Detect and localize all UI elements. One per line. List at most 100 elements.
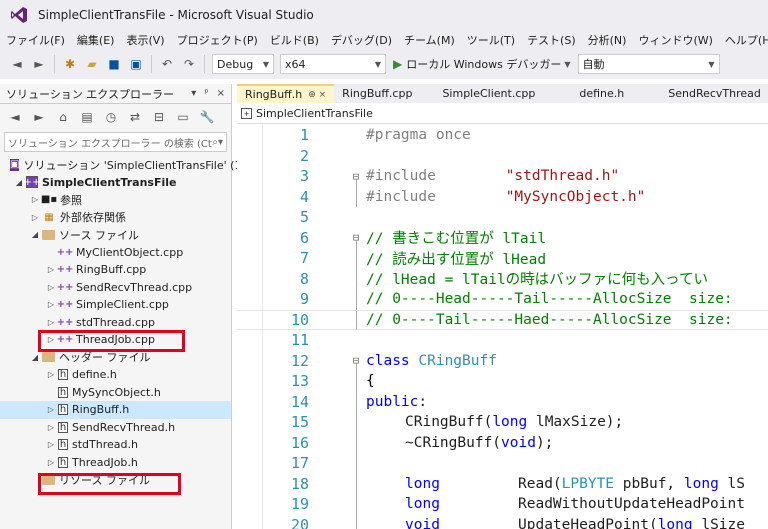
- code-text: ReadWithoutUpdateHeadPoint: [518, 496, 745, 513]
- collapsed-arrow-icon[interactable]: ▷: [46, 440, 56, 449]
- tab-simpleclient-cpp[interactable]: SimpleClient.cpp: [420, 84, 557, 103]
- tree-item-file[interactable]: ▷ h SendRecvThread.h: [0, 419, 231, 437]
- tree-item-file[interactable]: ▷ ++ SendRecvThread.cpp: [0, 279, 231, 297]
- collapsed-arrow-icon[interactable]: ▷: [46, 458, 56, 467]
- chevron-down-icon[interactable]: ▼: [564, 60, 570, 69]
- code-text: #include: [366, 168, 436, 185]
- pending-changes-icon[interactable]: ◷: [101, 107, 121, 127]
- tree-item-source-files[interactable]: ◢ ソース ファイル: [0, 226, 231, 244]
- tree-item-solution[interactable]: ▣ ソリューション 'SimpleClientTransFile' (1: [0, 156, 241, 174]
- tree-item-file[interactable]: ▷ ++ RingBuff.cpp: [0, 261, 231, 279]
- search-placeholder: ソリューション エクスプローラー の検索 (Ct: [8, 138, 212, 150]
- code-line: 19 long ReadWithoutUpdateHeadPoint: [237, 494, 768, 515]
- line-number: 15: [290, 413, 309, 432]
- pin-icon[interactable]: ᵖ: [204, 88, 208, 99]
- sync-icon[interactable]: ⇄: [125, 107, 145, 127]
- menu-analyze[interactable]: 分析(N): [582, 32, 633, 48]
- tree-item-file[interactable]: h MySyncObject.h: [0, 384, 231, 402]
- navigation-bar[interactable]: + SimpleClientTransFile: [237, 104, 768, 124]
- save-icon[interactable]: ■: [104, 54, 124, 74]
- tree-item-file[interactable]: ▷ ++ stdThread.cpp: [0, 314, 231, 332]
- menu-help[interactable]: ヘルプ(H): [719, 32, 768, 48]
- save-all-icon[interactable]: ▣: [126, 54, 146, 74]
- tree-item-label: MyClientObject.cpp: [76, 245, 184, 259]
- tree-item-file[interactable]: ▷ ++ SimpleClient.cpp: [0, 296, 231, 314]
- configuration-value: Debug: [217, 57, 254, 71]
- configuration-select[interactable]: Debug ▼: [212, 54, 274, 74]
- expanded-arrow-icon[interactable]: ◢: [14, 178, 24, 187]
- collapsed-arrow-icon[interactable]: ▷: [46, 370, 56, 379]
- toolbar-separator: [204, 55, 205, 73]
- tree-item-file[interactable]: ▷ h define.h: [0, 366, 231, 384]
- line-number: 14: [290, 392, 309, 411]
- code-text: #pragma once: [366, 127, 471, 144]
- external-deps-icon: ▦: [44, 211, 54, 223]
- tree-item-external-deps[interactable]: ▷ ▦ 外部依存関係: [0, 209, 231, 227]
- run-mode-select[interactable]: 自動 ▼: [577, 54, 720, 74]
- chevron-down-icon: ▼: [374, 59, 381, 69]
- code-line: 8 // lHead = lTailの時はバッファに何も入ってい: [237, 269, 768, 290]
- collapse-icon[interactable]: ⊟: [351, 170, 361, 183]
- tab-ringbuff-cpp[interactable]: RingBuff.cpp: [334, 84, 420, 103]
- show-all-files-icon[interactable]: ▭: [173, 107, 193, 127]
- solution-explorer-search[interactable]: ソリューション エクスプローラー の検索 (Ct ⌕▾: [4, 132, 227, 152]
- open-file-icon[interactable]: ▰: [82, 54, 102, 74]
- menu-view[interactable]: 表示(V): [120, 32, 170, 48]
- code-text: CRingBuff: [418, 352, 497, 369]
- collapsed-arrow-icon[interactable]: ▷: [46, 265, 56, 274]
- collapsed-arrow-icon[interactable]: ▷: [46, 283, 56, 292]
- collapsed-arrow-icon[interactable]: ▷: [30, 213, 40, 222]
- expanded-arrow-icon[interactable]: ◢: [30, 353, 40, 362]
- forward-icon[interactable]: ►: [29, 107, 49, 127]
- undo-icon[interactable]: ↶: [157, 54, 177, 74]
- home-icon[interactable]: ⌂: [53, 107, 73, 127]
- start-debugging-button[interactable]: ▶ ローカル Windows デバッガー ▼: [393, 56, 571, 72]
- toolbar-separator: [151, 55, 152, 73]
- platform-select[interactable]: x64 ▼: [280, 54, 386, 74]
- menu-debug[interactable]: デバッグ(D): [325, 32, 398, 48]
- menu-file[interactable]: ファイル(F): [0, 32, 71, 48]
- code-editor[interactable]: 1 #pragma once 2 3 ⊟ #include "stdThread…: [237, 125, 768, 529]
- tab-ringbuff-h[interactable]: RingBuff.h ⊕ ×: [237, 84, 335, 103]
- collapsed-arrow-icon[interactable]: ▷: [46, 405, 56, 414]
- code-line: 3 ⊟ #include "stdThread.h": [237, 166, 768, 187]
- tab-sendrecvthread[interactable]: SendRecvThread: [646, 84, 768, 103]
- tree-item-references[interactable]: ▷ ■▪ 参照: [0, 191, 231, 209]
- code-line: 15 CRingBuff(long lMaxSize);: [237, 412, 768, 433]
- collapsed-arrow-icon[interactable]: ▷: [46, 423, 56, 432]
- forward-icon[interactable]: ►: [29, 54, 49, 74]
- tree-item-file[interactable]: ▷ h stdThread.h: [0, 436, 231, 454]
- menu-test[interactable]: テスト(S): [521, 32, 582, 48]
- tree-item-file-selected[interactable]: ▷ h RingBuff.h: [0, 401, 231, 419]
- switch-views-icon[interactable]: ▤: [77, 107, 97, 127]
- menu-window[interactable]: ウィンドウ(W): [632, 32, 718, 48]
- collapse-icon[interactable]: ⊟: [351, 354, 361, 367]
- close-icon[interactable]: ×: [217, 88, 225, 99]
- tree-item-label: RingBuff.h: [72, 403, 130, 417]
- menu-edit[interactable]: 編集(E): [71, 32, 121, 48]
- collapsed-arrow-icon[interactable]: ▷: [30, 195, 40, 204]
- collapse-all-icon[interactable]: ⊟: [149, 107, 169, 127]
- menu-team[interactable]: チーム(M): [398, 32, 461, 48]
- redo-icon[interactable]: ↷: [179, 54, 199, 74]
- back-icon[interactable]: ◄: [7, 54, 27, 74]
- expanded-arrow-icon[interactable]: ◢: [30, 230, 40, 239]
- main-toolbar: ◄ ► ✱ ▰ ■ ▣ ↶ ↷ Debug ▼ x64 ▼ ▶ ローカル Windo…: [0, 49, 768, 79]
- tree-item-file[interactable]: ▷ h ThreadJob.h: [0, 454, 231, 472]
- folder-icon: [42, 229, 55, 240]
- collapse-icon[interactable]: ⊟: [351, 231, 361, 244]
- tab-define-h[interactable]: define.h: [557, 84, 646, 103]
- pin-icon[interactable]: ⊕ ×: [308, 90, 326, 100]
- new-project-icon[interactable]: ✱: [60, 54, 80, 74]
- collapsed-arrow-icon[interactable]: ▷: [46, 318, 56, 327]
- back-icon[interactable]: ◄: [5, 107, 25, 127]
- menu-build[interactable]: ビルド(B): [264, 32, 325, 48]
- platform-value: x64: [285, 57, 306, 71]
- panel-dropdown-icon[interactable]: ▾: [191, 88, 196, 99]
- tree-item-project[interactable]: ◢ ++ SimpleClientTransFile: [0, 174, 231, 192]
- menu-project[interactable]: プロジェクト(P): [171, 32, 264, 48]
- menu-tools[interactable]: ツール(T): [461, 32, 521, 48]
- properties-icon[interactable]: 🔧: [197, 107, 217, 127]
- tree-item-file[interactable]: ++ MyClientObject.cpp: [0, 244, 231, 262]
- collapsed-arrow-icon[interactable]: ▷: [46, 300, 56, 309]
